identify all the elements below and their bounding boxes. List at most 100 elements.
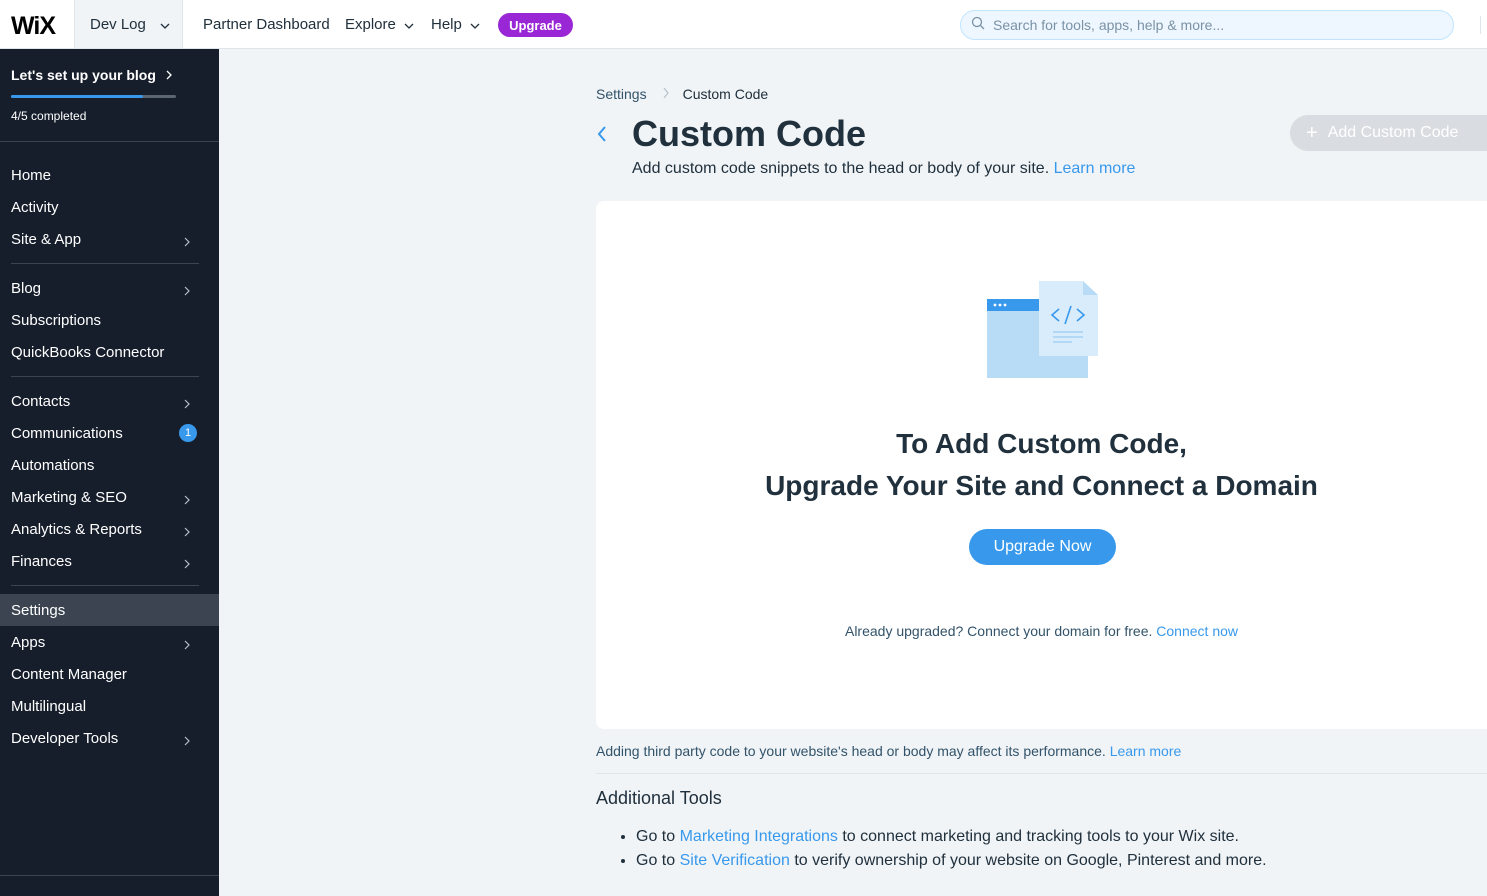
- chevron-right-icon: [184, 492, 190, 509]
- setup-progress-fill: [11, 95, 143, 98]
- sidebar-item-site-and-app[interactable]: Site & App: [0, 223, 219, 255]
- sidebar-divider: [11, 585, 199, 586]
- tool-item-prefix: Go to: [636, 828, 676, 845]
- wix-logo[interactable]: WiX: [11, 12, 56, 41]
- sidebar-item-label: Analytics & Reports: [11, 520, 142, 538]
- sidebar-item-label: Multilingual: [11, 697, 87, 715]
- plus-icon: +: [1306, 122, 1318, 144]
- upgrade-card-title-line1: To Add Custom Code,: [896, 428, 1187, 459]
- sidebar-divider: [11, 263, 199, 264]
- sidebar-item-finances[interactable]: Finances: [0, 545, 219, 577]
- chevron-down-icon: [404, 16, 414, 33]
- sidebar-item-label: Finances: [11, 552, 72, 570]
- upgrade-card-title: To Add Custom Code, Upgrade Your Site an…: [596, 423, 1487, 507]
- chevron-right-icon: [184, 524, 190, 541]
- add-custom-code-button[interactable]: + Add Custom Code: [1290, 115, 1487, 151]
- sidebar-item-label: Apps: [11, 633, 46, 651]
- sidebar-separator: [0, 141, 219, 142]
- sidebar-item-label: Contacts: [11, 392, 71, 410]
- tool-item-suffix: to verify ownership of your website on G…: [794, 852, 1267, 869]
- chevron-right-icon: [184, 234, 190, 251]
- chevron-right-icon: [184, 733, 190, 750]
- setup-progress-text: 4/5 completed: [11, 109, 87, 123]
- sidebar-item-label: Subscriptions: [11, 311, 102, 329]
- sidebar-bottom-separator: [0, 875, 219, 876]
- upgrade-now-button[interactable]: Upgrade Now: [969, 529, 1116, 565]
- tool-item-site-verification: Go to Site Verification to verify owners…: [636, 852, 1267, 876]
- sidebar-item-apps[interactable]: Apps: [0, 626, 219, 658]
- top-bar: WiX Dev Log Partner Dashboard Explore He…: [0, 0, 1487, 49]
- add-custom-code-label: Add Custom Code: [1327, 124, 1459, 141]
- sidebar-item-multilingual[interactable]: Multilingual: [0, 690, 219, 722]
- sidebar-item-content-manager[interactable]: Content Manager: [0, 658, 219, 690]
- chevron-down-icon: [160, 16, 170, 33]
- sidebar-item-label: Marketing & SEO: [11, 488, 127, 506]
- nav-partner-dashboard[interactable]: Partner Dashboard: [203, 16, 330, 33]
- notification-badge: 1: [179, 424, 197, 442]
- nav-explore[interactable]: Explore: [345, 16, 414, 33]
- tool-item-marketing-integrations: Go to Marketing Integrations to connect …: [636, 828, 1267, 852]
- back-arrow-icon[interactable]: [597, 126, 607, 147]
- sidebar-item-label: Content Manager: [11, 665, 127, 683]
- upgrade-card-title-line2: Upgrade Your Site and Connect a Domain: [765, 470, 1318, 501]
- sidebar-item-activity[interactable]: Activity: [0, 191, 219, 223]
- sidebar-item-subscriptions[interactable]: Subscriptions: [0, 304, 219, 336]
- site-switcher[interactable]: Dev Log: [74, 0, 183, 48]
- sidebar-item-blog[interactable]: Blog: [0, 272, 219, 304]
- topbar-divider: [1480, 16, 1481, 34]
- tool-item-suffix: to connect marketing and tracking tools …: [842, 828, 1239, 845]
- connect-now-link[interactable]: Connect now: [1156, 623, 1238, 639]
- chevron-right-icon: [184, 637, 190, 654]
- search-input[interactable]: [993, 17, 1433, 33]
- upgrade-button[interactable]: Upgrade: [498, 13, 573, 37]
- chevron-right-icon: [184, 396, 190, 413]
- marketing-integrations-link[interactable]: Marketing Integrations: [680, 828, 838, 845]
- additional-tools-title: Additional Tools: [596, 788, 722, 808]
- sidebar-item-label: Site & App: [11, 230, 82, 248]
- sidebar-item-label: Automations: [11, 456, 95, 474]
- code-file-illustration: [986, 281, 1099, 384]
- additional-tools-list: Go to Marketing Integrations to connect …: [636, 828, 1267, 876]
- sidebar-item-label: QuickBooks Connector: [11, 343, 165, 361]
- learn-more-link[interactable]: Learn more: [1054, 160, 1136, 177]
- sidebar-item-home[interactable]: Home: [0, 159, 219, 191]
- chevron-right-icon: [166, 67, 172, 83]
- setup-progress-bar: [11, 95, 176, 98]
- sidebar-item-label: Blog: [11, 279, 42, 297]
- tool-item-prefix: Go to: [636, 852, 676, 869]
- chevron-down-icon: [470, 16, 480, 33]
- setup-title: Let's set up your blog: [11, 67, 156, 83]
- breadcrumb: Settings Custom Code: [596, 86, 768, 102]
- sidebar-item-label: Developer Tools: [11, 729, 119, 747]
- site-name: Dev Log: [90, 15, 146, 33]
- sidebar-item-automations[interactable]: Automations: [0, 449, 219, 481]
- setup-blog-link[interactable]: Let's set up your blog: [11, 67, 172, 83]
- upgrade-card: To Add Custom Code, Upgrade Your Site an…: [596, 201, 1487, 729]
- sidebar-item-label: Communications: [11, 424, 123, 442]
- sidebar-item-label: Settings: [11, 601, 66, 619]
- site-verification-link[interactable]: Site Verification: [680, 852, 790, 869]
- performance-note: Adding third party code to your website'…: [596, 743, 1181, 759]
- search-bar[interactable]: [960, 10, 1454, 40]
- performance-learn-more-link[interactable]: Learn more: [1110, 743, 1182, 759]
- sidebar-item-communications[interactable]: Communications 1: [0, 417, 219, 449]
- performance-note-text: Adding third party code to your website'…: [596, 743, 1106, 759]
- breadcrumb-settings[interactable]: Settings: [596, 86, 647, 102]
- nav-help[interactable]: Help: [431, 16, 480, 33]
- sidebar-item-developer-tools[interactable]: Developer Tools: [0, 722, 219, 754]
- sidebar: Let's set up your blog 4/5 completed Hom…: [0, 49, 219, 896]
- sidebar-item-quickbooks-connector[interactable]: QuickBooks Connector: [0, 336, 219, 368]
- search-icon: [971, 16, 985, 35]
- sidebar-item-label: Activity: [11, 198, 59, 216]
- section-divider: [596, 773, 1487, 774]
- breadcrumb-current: Custom Code: [682, 86, 769, 102]
- sidebar-item-marketing-and-seo[interactable]: Marketing & SEO: [0, 481, 219, 513]
- sidebar-item-contacts[interactable]: Contacts: [0, 385, 219, 417]
- sidebar-item-analytics-and-reports[interactable]: Analytics & Reports: [0, 513, 219, 545]
- sidebar-item-settings[interactable]: Settings: [0, 594, 219, 626]
- connect-domain-prompt: Already upgraded? Connect your domain fo…: [844, 623, 1153, 639]
- page-subtitle-text: Add custom code snippets to the head or …: [632, 160, 1050, 177]
- connect-domain-text: Already upgraded? Connect your domain fo…: [596, 623, 1487, 639]
- page-title: Custom Code: [632, 113, 866, 154]
- sidebar-divider: [11, 376, 199, 377]
